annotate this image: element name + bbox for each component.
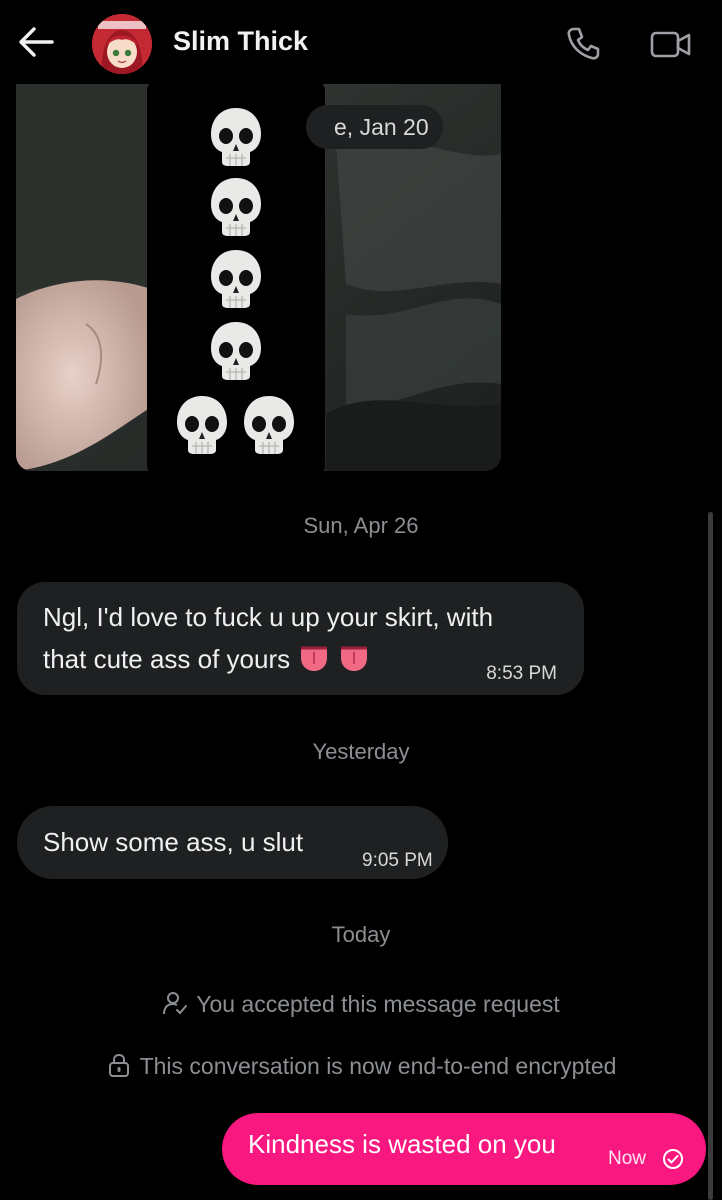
- read-check-icon: [663, 1149, 683, 1169]
- scrollbar[interactable]: [708, 512, 713, 1200]
- message-timestamp: Now: [608, 1148, 647, 1169]
- system-note-text: You accepted this message request: [196, 991, 560, 1017]
- phone-icon[interactable]: [565, 26, 601, 62]
- skull-emoji-icon: [211, 178, 261, 236]
- conversation-header: Slim Thick: [0, 0, 722, 84]
- tongue-emoji-icon: [341, 646, 368, 671]
- skull-emoji-icon: [244, 396, 294, 454]
- avatar[interactable]: [92, 14, 152, 74]
- dm-conversation-screen: Slim Thick e, Jan 20 Sun, Apr 26 Ngl, I'…: [0, 0, 722, 1200]
- skull-emoji-icon: [177, 396, 227, 454]
- media-message[interactable]: e, Jan 20: [16, 84, 501, 471]
- user-check-icon: [163, 992, 188, 1015]
- message-text: that cute ass of yours: [43, 644, 291, 674]
- skull-emoji-icon: [211, 250, 261, 308]
- message-text-line: that cute ass of yours: [43, 638, 370, 680]
- tongue-emoji-icon: [301, 646, 328, 671]
- message-text-line: Ngl, I'd love to fuck u up your skirt, w…: [43, 602, 494, 632]
- incoming-message-bubble[interactable]: Ngl, I'd love to fuck u up your skirt, w…: [17, 582, 584, 695]
- system-note-encrypted: This conversation is now end-to-end encr…: [0, 1052, 722, 1080]
- skull-emoji-icon: [211, 322, 261, 380]
- message-timestamp: 8:53 PM: [486, 663, 557, 684]
- date-chip: e, Jan 20: [306, 105, 443, 149]
- lock-icon: [108, 1053, 129, 1077]
- arrow-left-icon[interactable]: [18, 26, 54, 58]
- outgoing-message-bubble[interactable]: Kindness is wasted on you Now: [222, 1113, 706, 1185]
- incoming-message-bubble[interactable]: Show some ass, u slut 9:05 PM: [17, 806, 448, 879]
- date-separator: Today: [331, 922, 391, 947]
- date-separator: Sun, Apr 26: [303, 513, 419, 538]
- skull-emoji-icon: [211, 108, 261, 166]
- video-camera-icon[interactable]: [650, 26, 692, 62]
- message-timestamp: 9:05 PM: [362, 850, 433, 871]
- system-note-text: This conversation is now end-to-end encr…: [139, 1053, 617, 1079]
- message-text: Show some ass, u slut: [43, 827, 304, 857]
- system-note-accepted: You accepted this message request: [0, 990, 722, 1018]
- sticker-emoji-skulls: [147, 84, 325, 471]
- conversation-title[interactable]: Slim Thick: [173, 26, 308, 57]
- date-separator: Yesterday: [312, 739, 410, 764]
- message-text: Kindness is wasted on you: [248, 1129, 556, 1159]
